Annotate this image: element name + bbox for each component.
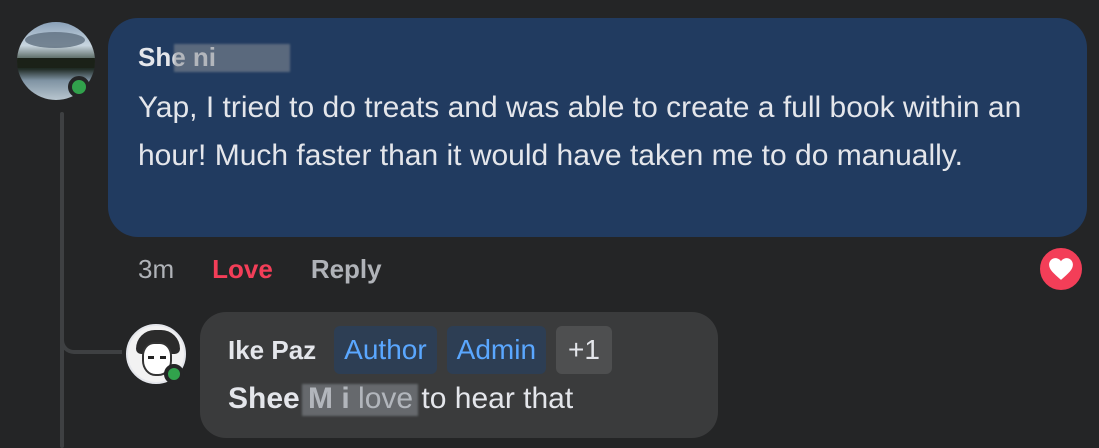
reply-button[interactable]: Reply xyxy=(311,254,382,285)
more-badges-count[interactable]: +1 xyxy=(556,326,612,374)
heart-icon xyxy=(1049,258,1073,280)
love-reaction-button[interactable]: Love xyxy=(212,254,273,285)
reply-header: Ike Paz Author Admin +1 xyxy=(228,326,718,374)
comment-thread: She ni Yap, I tried to do treats and was… xyxy=(0,0,1099,448)
reply-online-status-dot xyxy=(164,364,184,384)
comment-text: Yap, I tried to do treats and was able t… xyxy=(138,91,1022,172)
avatar-image xyxy=(25,32,85,48)
reply-connector xyxy=(60,296,122,354)
admin-badge[interactable]: Admin xyxy=(446,326,547,374)
comment-bubble: She ni Yap, I tried to do treats and was… xyxy=(108,18,1087,237)
reply-bubble: Ike Paz Author Admin +1 Shee M i love to… xyxy=(200,312,718,438)
redaction-overlay xyxy=(174,44,290,72)
comment-author-name[interactable]: She ni xyxy=(138,42,290,72)
comment-actions: 3m Love Reply xyxy=(138,254,382,285)
online-status-dot xyxy=(68,76,90,98)
thread-line xyxy=(60,112,64,448)
redaction-overlay xyxy=(302,384,418,416)
reaction-count-badge[interactable] xyxy=(1038,246,1084,292)
author-badge[interactable]: Author xyxy=(334,326,437,374)
comment-timestamp[interactable]: 3m xyxy=(138,254,174,285)
reply-author-name[interactable]: Ike Paz xyxy=(228,335,316,366)
mention-tag[interactable]: Shee M i xyxy=(228,380,418,418)
reply-text: Shee M i love to hear that xyxy=(228,380,718,418)
